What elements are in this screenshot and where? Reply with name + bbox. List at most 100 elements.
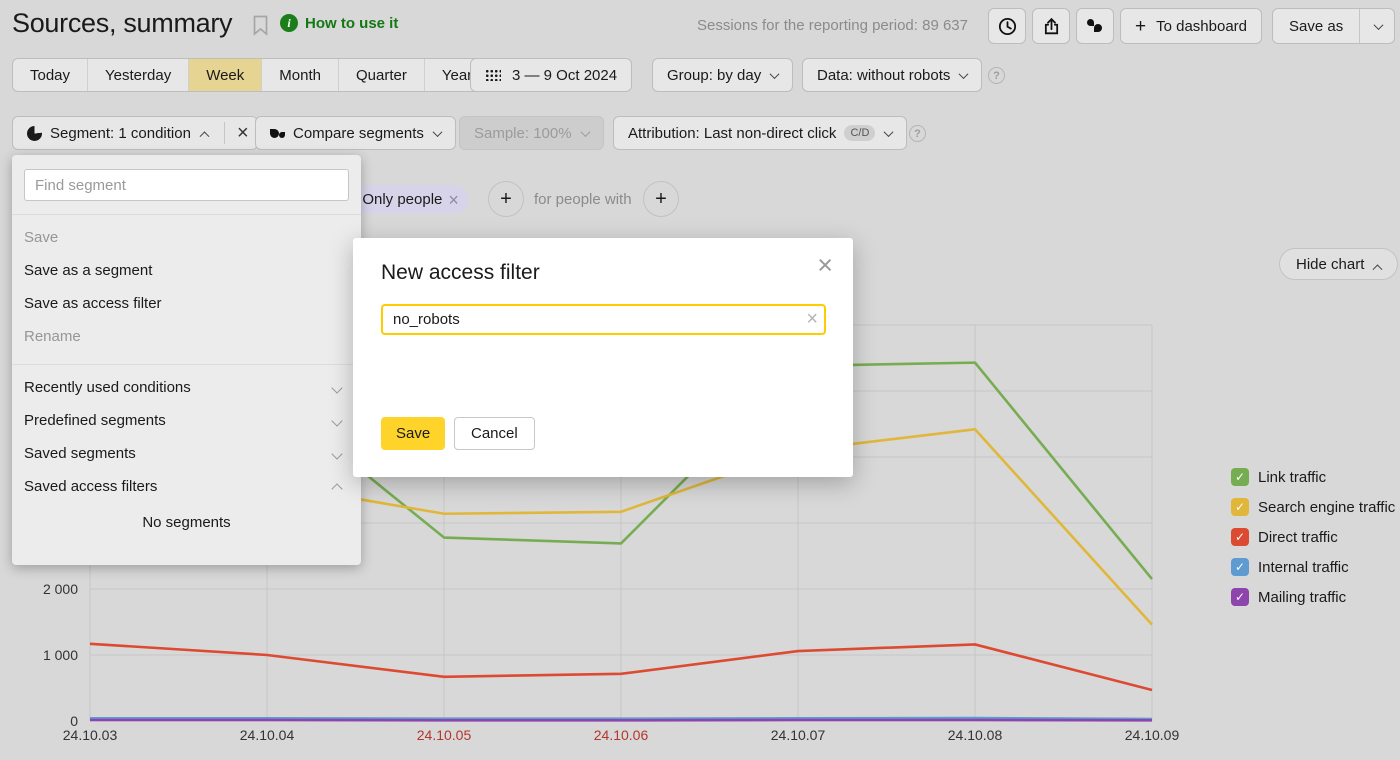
x-axis-label: 24.10.07 [753, 727, 843, 743]
hide-chart-button[interactable]: Hide chart [1279, 248, 1398, 280]
legend-item-internal-traffic[interactable]: ✓ Internal traffic [1231, 557, 1395, 577]
legend-checkbox[interactable]: ✓ [1231, 588, 1249, 606]
period-tab-week[interactable]: Week [189, 59, 262, 91]
group-by-label: Group: by day [667, 67, 761, 84]
data-mode-dropdown[interactable]: Data: without robots [802, 58, 982, 92]
date-range-button[interactable]: 3 — 9 Oct 2024 [470, 58, 632, 92]
for-people-with-label: for people with [534, 191, 632, 208]
attribution-badge: C/D [844, 125, 875, 141]
menu-section-label: Recently used conditions [24, 379, 191, 396]
x-axis-label: 24.10.06 [576, 727, 666, 743]
how-to-use-link[interactable]: i How to use it [280, 14, 398, 32]
legend-checkbox[interactable]: ✓ [1231, 558, 1249, 576]
menu-section-recently-used-conditions[interactable]: Recently used conditions [12, 371, 361, 404]
page-title: Sources, summary [12, 8, 232, 39]
segment-menu-actions: SaveSave as a segmentSave as access filt… [12, 215, 361, 358]
legend-item-link-traffic[interactable]: ✓ Link traffic [1231, 467, 1395, 487]
info-icon: i [280, 14, 298, 32]
period-tab-month[interactable]: Month [262, 59, 339, 91]
x-axis-label: 24.10.09 [1107, 727, 1197, 743]
period-tab-today[interactable]: Today [13, 59, 88, 91]
modal-save-button[interactable]: Save [381, 417, 445, 450]
menu-item-save-as-access-filter[interactable]: Save as access filter [12, 287, 361, 320]
feedback-button[interactable] [1076, 8, 1114, 44]
quotes-icon [1087, 19, 1103, 33]
history-button[interactable] [988, 8, 1026, 44]
hide-chart-label: Hide chart [1296, 256, 1364, 273]
legend-checkbox[interactable]: ✓ [1231, 468, 1249, 486]
date-range-label: 3 — 9 Oct 2024 [512, 67, 617, 84]
clear-input-icon[interactable]: × [806, 308, 818, 331]
chevron-down-icon [1373, 20, 1383, 30]
segment-dropdown[interactable]: Segment: 1 condition × [12, 116, 258, 150]
modal-close-icon[interactable]: × [817, 252, 833, 279]
menu-item-save: Save [12, 221, 361, 254]
add-condition-button[interactable]: + [488, 181, 524, 217]
save-as-button[interactable]: Save as [1272, 8, 1395, 44]
chevron-up-icon [331, 483, 342, 494]
chevron-up-icon [199, 131, 209, 141]
chevron-down-icon [331, 415, 342, 426]
calendar-icon [485, 69, 501, 81]
y-axis-label: 2 000 [10, 581, 78, 597]
chevron-down-icon [959, 69, 969, 79]
to-dashboard-label: To dashboard [1156, 18, 1247, 35]
data-help-icon[interactable]: ? [988, 67, 1005, 84]
save-as-menu-toggle[interactable] [1359, 9, 1394, 43]
new-access-filter-modal: New access filter × × Save Cancel [353, 238, 853, 477]
data-mode-label: Data: without robots [817, 67, 950, 84]
period-tab-quarter[interactable]: Quarter [339, 59, 425, 91]
legend-checkbox[interactable]: ✓ [1231, 498, 1249, 516]
legend-label: Mailing traffic [1258, 589, 1346, 606]
menu-item-rename: Rename [12, 320, 361, 353]
legend-item-mailing-traffic[interactable]: ✓ Mailing traffic [1231, 587, 1395, 607]
compare-segments-label: Compare segments [293, 125, 424, 142]
chevron-down-icon [770, 69, 780, 79]
sample-label: Sample: 100% [474, 125, 572, 142]
chevron-down-icon [884, 127, 894, 137]
menu-section-label: Saved access filters [24, 478, 157, 495]
export-icon [1041, 16, 1062, 37]
chip-label: : Only people [354, 191, 442, 208]
legend-item-direct-traffic[interactable]: ✓Direct traffic [1231, 527, 1395, 547]
legend-checkbox[interactable]: ✓ [1231, 528, 1249, 546]
menu-section-saved-access-filters[interactable]: Saved access filters [12, 470, 361, 503]
legend-label: Link traffic [1258, 469, 1326, 486]
remove-chip-icon[interactable]: × [448, 191, 459, 209]
menu-item-save-as-a-segment[interactable]: Save as a segment [12, 254, 361, 287]
sessions-summary: Sessions for the reporting period: 89 63… [697, 17, 968, 34]
sample-dropdown: Sample: 100% [459, 116, 604, 150]
bookmark-icon[interactable] [251, 14, 270, 42]
to-dashboard-button[interactable]: + To dashboard [1120, 8, 1262, 44]
plus-icon: + [1135, 17, 1146, 36]
chevron-down-icon [580, 127, 590, 137]
save-as-label[interactable]: Save as [1273, 9, 1359, 43]
menu-section-saved-segments[interactable]: Saved segments [12, 437, 361, 470]
chevron-up-icon [1373, 264, 1383, 274]
x-axis-label: 24.10.03 [45, 727, 135, 743]
group-by-dropdown[interactable]: Group: by day [652, 58, 793, 92]
legend-label: Internal traffic [1258, 559, 1349, 576]
period-tabs: TodayYesterdayWeekMonthQuarterYear [12, 58, 490, 92]
droplets-icon [270, 126, 285, 141]
attribution-dropdown[interactable]: Attribution: Last non-direct click C/D [613, 116, 907, 150]
x-axis-label: 24.10.05 [399, 727, 489, 743]
y-axis-label: 1 000 [10, 647, 78, 663]
filter-name-input[interactable] [381, 304, 826, 335]
app-root: Sources, summary i How to use it Session… [0, 0, 1400, 760]
x-axis-label: 24.10.08 [930, 727, 1020, 743]
compare-segments-dropdown[interactable]: Compare segments [255, 116, 456, 150]
period-tab-yesterday[interactable]: Yesterday [88, 59, 189, 91]
find-segment-input[interactable] [24, 169, 349, 201]
add-people-condition-button[interactable]: + [643, 181, 679, 217]
export-button[interactable] [1032, 8, 1070, 44]
segment-menu-panel: SaveSave as a segmentSave as access filt… [12, 155, 361, 565]
attribution-help-icon[interactable]: ? [909, 125, 926, 142]
legend-item-search-engine-traffic[interactable]: ✓Search engine traffic [1231, 497, 1395, 517]
menu-section-label: Predefined segments [24, 412, 166, 429]
modal-cancel-button[interactable]: Cancel [454, 417, 535, 450]
chart-legend: ✓ Link traffic ✓Search engine traffic ✓Dire… [1231, 467, 1395, 617]
no-segments-text: No segments [12, 514, 361, 531]
menu-section-predefined-segments[interactable]: Predefined segments [12, 404, 361, 437]
clear-segment-icon[interactable]: × [237, 123, 249, 143]
